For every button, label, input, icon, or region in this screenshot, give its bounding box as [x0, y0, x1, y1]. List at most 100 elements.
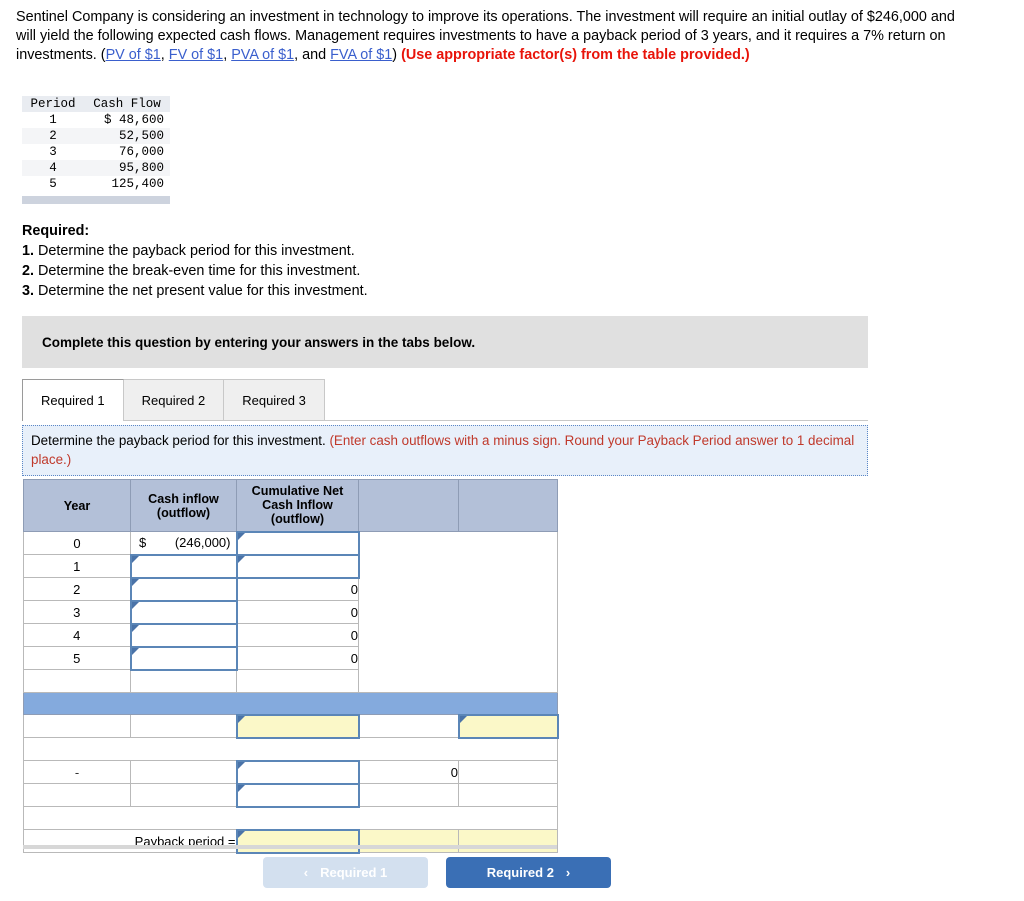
grid-spacer-row-2 [23, 737, 558, 761]
spacer-cell-full-2 [23, 806, 558, 830]
table-row: 0 $ (246,000) [23, 530, 558, 693]
required-heading: Required: [22, 223, 90, 239]
yellow-row-cash-blank [130, 714, 237, 738]
prev-button-label: Required 1 [320, 865, 388, 880]
row-0-cash-amount: (246,000) [174, 535, 231, 551]
row-5-cash-input[interactable] [129, 645, 238, 671]
row-1-cumulative-input[interactable] [235, 553, 360, 579]
complete-question-banner: Complete this question by entering your … [22, 316, 868, 368]
tab-required-3[interactable]: Required 3 [223, 379, 325, 421]
tab-required-3-label: Required 3 [242, 393, 306, 408]
cash-flow-amount: $ 48,600 [84, 112, 170, 128]
extra-row-e-blank [458, 783, 558, 807]
extra-row-d-blank [358, 783, 459, 807]
use-factors-note: (Use appropriate factor(s) from the tabl… [401, 47, 750, 64]
payback-period-input[interactable] [235, 828, 360, 854]
next-required-2-button[interactable]: Required 2 › [446, 857, 611, 888]
cash-flow-amount: 125,400 [84, 176, 170, 192]
row-2-year: 2 [23, 577, 131, 601]
col-header-blank-d [358, 479, 459, 532]
row-0-cumulative-input[interactable] [235, 530, 360, 556]
grid-blue-divider-row [23, 692, 558, 715]
required-item-3-text: Determine the net present value for this… [34, 283, 368, 299]
extra-row-cash-blank [130, 783, 237, 807]
grid-right-blank-area [358, 531, 558, 693]
navigation-buttons: ‹ Required 1 Required 2 › [263, 857, 611, 888]
tab-required-2[interactable]: Required 2 [122, 379, 225, 421]
yellow-input-e[interactable] [457, 713, 559, 739]
yellow-input-cum[interactable] [235, 713, 360, 739]
row-5-year: 5 [23, 646, 131, 670]
grid-extra-input-row [23, 782, 558, 808]
row-0-year: 0 [23, 531, 131, 555]
cash-flow-header-amount: Cash Flow [84, 96, 170, 112]
row-0-currency-symbol: $ [139, 535, 147, 551]
cash-flow-period: 5 [22, 176, 84, 192]
answer-grid: Year Cash inflow (outflow) Cumulative Ne… [23, 479, 559, 854]
link-fva-of-1[interactable]: FVA of $1 [330, 47, 392, 63]
row-5-cumulative-value: 0 [236, 646, 359, 670]
chevron-left-icon: ‹ [303, 865, 309, 880]
tab-required-1[interactable]: Required 1 [22, 379, 124, 421]
sep-1: , [160, 47, 169, 64]
dash-row-cash-blank [130, 760, 237, 784]
row-2-cash-input[interactable] [129, 576, 238, 602]
cash-flow-period: 3 [22, 144, 84, 160]
col-header-cumulative: Cumulative Net Cash Inflow (outflow) [236, 479, 359, 532]
chevron-right-icon: › [565, 865, 571, 880]
row-4-year: 4 [23, 623, 131, 647]
exercise-page: Sentinel Company is considering an inves… [0, 0, 1024, 901]
payback-period-row: Payback period = [23, 828, 558, 854]
col-header-cash-inflow-l1: Cash inflow [148, 491, 219, 506]
problem-statement: Sentinel Company is considering an inves… [16, 8, 964, 66]
required-list: Required: 1. Determine the payback perio… [22, 221, 368, 301]
row-1-year: 1 [23, 554, 131, 578]
tab-strip: Required 1 Required 2 Required 3 [22, 378, 868, 421]
dash-row-d-value: 0 [358, 760, 459, 784]
sep-2: , [223, 47, 232, 64]
row-4-cash-input[interactable] [129, 622, 238, 648]
required-item-3: 3. Determine the net present value for t… [22, 281, 368, 301]
table-row: 5 125,400 [22, 176, 170, 192]
cash-flow-header-row: Period Cash Flow [22, 96, 170, 112]
table-row: 1 $ 48,600 [22, 112, 170, 128]
cash-flow-amount: 52,500 [84, 128, 170, 144]
required-item-3-number: 3. [22, 283, 35, 299]
required-item-1-number: 1. [22, 243, 35, 259]
yellow-row-d-blank [358, 714, 459, 738]
link-pva-of-1[interactable]: PVA of $1 [231, 47, 294, 63]
cash-flow-period: 4 [22, 160, 84, 176]
dash-row-e-blank [458, 760, 558, 784]
col-header-blank-e [458, 479, 558, 532]
table-row: 4 95,800 [22, 160, 170, 176]
sep-3: , and [294, 47, 331, 64]
answer-grid-header-row: Year Cash inflow (outflow) Cumulative Ne… [23, 479, 558, 532]
tab-required-1-label: Required 1 [41, 393, 105, 408]
extra-row-year-blank [23, 783, 131, 807]
row-1-cash-input[interactable] [129, 553, 238, 579]
col-header-cumulative-l3: (outflow) [270, 512, 325, 527]
spacer-cell-year [23, 669, 131, 693]
banner-text: Complete this question by entering your … [42, 334, 476, 350]
table-row: 3 76,000 [22, 144, 170, 160]
required-item-2-text: Determine the break-even time for this i… [34, 263, 361, 279]
dash-row-label: - [23, 760, 131, 784]
blue-divider-cell [23, 692, 558, 715]
grid-dash-row: - 0 [23, 759, 558, 785]
extra-row-cum-input[interactable] [235, 782, 360, 808]
cash-flow-header-period: Period [22, 96, 84, 112]
required-item-2-number: 2. [22, 263, 35, 279]
dash-row-cum-input[interactable] [235, 759, 360, 785]
link-pv-of-1[interactable]: PV of $1 [106, 47, 161, 63]
col-header-cash-inflow-l2: (outflow) [156, 505, 211, 520]
requirement-tabs: Required 1 Required 2 Required 3 [22, 378, 868, 422]
spacer-cell-cash [130, 669, 237, 693]
required-item-1-text: Determine the payback period for this in… [34, 243, 355, 259]
prev-required-1-button[interactable]: ‹ Required 1 [263, 857, 428, 888]
spacer-cell-full [23, 737, 558, 761]
row-3-cash-input[interactable] [129, 599, 238, 625]
col-header-cumulative-l2: Cash Inflow [262, 498, 333, 513]
link-fv-of-1[interactable]: FV of $1 [169, 47, 223, 63]
grid-yellow-input-row [23, 713, 559, 739]
cash-flow-amount: 76,000 [84, 144, 170, 160]
